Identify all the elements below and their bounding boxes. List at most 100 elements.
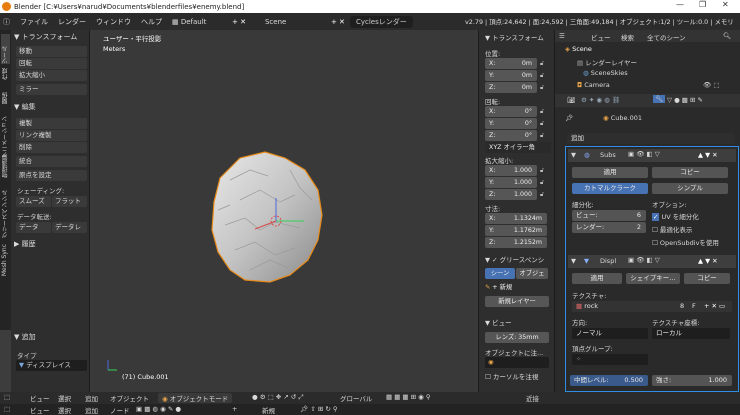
proportional-edit-select[interactable]: 近接 <box>526 393 539 403</box>
mirror-button[interactable]: ミラー <box>16 84 87 95</box>
lock-icon[interactable]: 🔓︎ <box>540 132 544 140</box>
visibility-icon[interactable]: 👁︎ ⬚ <box>703 81 719 89</box>
displace-apply-button[interactable]: 適用 <box>572 273 622 284</box>
gp-new-layer-button[interactable]: 新規レイヤー <box>485 296 549 307</box>
lock-icon[interactable]: 🔓︎ <box>540 84 544 92</box>
outliner-menu-view[interactable]: ビュー <box>591 32 611 42</box>
tab-mesh-sync[interactable]: Mesh Sync <box>1 244 10 276</box>
vertex-group-field[interactable]: ⁘ <box>572 354 648 365</box>
scene-tab-icon[interactable]: ⚙ ✦ ◉ ◍ ⛓ <box>581 96 620 104</box>
node-menu-node[interactable]: ノード <box>110 405 130 415</box>
optimal-display-checkbox[interactable]: ☐ 最適化表示 <box>652 224 692 234</box>
join-button[interactable]: 統合 <box>16 156 87 167</box>
menu-help[interactable]: ヘルプ <box>136 17 167 27</box>
outliner-item-scene-skies[interactable]: ◍ SceneSkies <box>583 69 628 77</box>
lock-object-field[interactable]: ◉ <box>485 357 549 368</box>
render-tab-icon[interactable]: 📷︎ <box>567 96 575 104</box>
midlevel-field[interactable]: 中間レベル: 0.500 <box>570 375 648 386</box>
direction-select[interactable]: ノーマル <box>572 328 648 339</box>
lens-field[interactable]: レンズ: 35mm <box>485 332 549 343</box>
shade-smooth-button[interactable]: スムーズ <box>16 196 51 207</box>
editor-type-icon[interactable]: ⓘ <box>0 17 15 27</box>
location-x-field[interactable]: X: 0m <box>485 58 537 69</box>
menu-select[interactable]: 選択 <box>58 393 71 403</box>
lock-icon[interactable]: 🔓︎ <box>540 120 544 128</box>
tab-grease-pencil[interactable]: グリースペンシル <box>1 190 10 238</box>
rotation-z-field[interactable]: Z: 0° <box>485 130 537 141</box>
grease-pencil-header[interactable]: ▼ ✓ グリースペンシ <box>485 254 544 264</box>
move-button[interactable]: 移動 <box>16 46 87 57</box>
maximize-icon[interactable]: ❐ <box>699 0 706 9</box>
scale-y-field[interactable]: Y: 1.000 <box>485 177 537 188</box>
outliner-item-scene[interactable]: ◈ Scene <box>565 45 592 53</box>
menu-view[interactable]: ビュー <box>30 393 50 403</box>
duplicate-button[interactable]: 複製 <box>16 118 87 129</box>
tab-relations[interactable]: 関係 <box>1 92 10 104</box>
move-up-icon[interactable]: ▲ ▼ ✕ <box>698 151 718 159</box>
data-transfer-button[interactable]: データ <box>16 222 51 233</box>
node-tool-icons[interactable]: 📌︎ ⇧ ⊞ ↻ ⚲ <box>300 405 338 413</box>
lock-icon[interactable]: 🔓︎ <box>540 167 544 175</box>
lock-cursor-checkbox[interactable]: ☐ カーソルを注視 <box>485 371 538 381</box>
menu-object[interactable]: オブジェクト <box>110 393 149 403</box>
minimize-icon[interactable]: — <box>676 0 684 9</box>
render-levels-field[interactable]: レンダー: 2 <box>572 222 646 233</box>
tab-physics[interactable]: 物理演算 <box>1 154 10 178</box>
close-icon[interactable]: ✕ <box>722 0 729 9</box>
outliner-display-mode[interactable]: 全てのシーン <box>647 32 686 42</box>
rotate-button[interactable]: 回転 <box>16 58 87 69</box>
scene-selector[interactable]: Scene <box>251 18 326 26</box>
simple-tab[interactable]: シンプル <box>652 183 728 194</box>
displace-shapekey-button[interactable]: シェイプキー… <box>626 273 680 284</box>
dimensions-y-field[interactable]: Y: 1.1762m <box>485 225 547 236</box>
lock-icon[interactable]: 🔓︎ <box>540 108 544 116</box>
type-select[interactable]: ▼ ディスプレイス <box>16 360 87 371</box>
lock-icon[interactable]: 🔓︎ <box>540 191 544 199</box>
scale-z-field[interactable]: Z: 1.000 <box>485 189 537 200</box>
rotation-mode-select[interactable]: XYZ オイラー角 <box>485 142 551 153</box>
texture-actions-icons[interactable]: + ✕ ▭ <box>704 301 725 312</box>
view-panel-header[interactable]: ▼ ビュー <box>485 317 512 327</box>
fake-user-toggle[interactable]: F <box>692 301 696 312</box>
texture-selector[interactable]: ▩ rock 8 F + ✕ ▭ <box>572 301 732 312</box>
node-new-button[interactable]: 新規 <box>262 405 275 415</box>
displace-name[interactable]: Displ <box>600 257 616 265</box>
subsurf-apply-button[interactable]: 適用 <box>572 167 648 178</box>
move-up-icon[interactable]: ▲ ▼ ✕ <box>698 257 718 265</box>
location-z-field[interactable]: Z: 0m <box>485 82 537 93</box>
subsurf-copy-button[interactable]: コピー <box>652 167 728 178</box>
viewport-editor-icon[interactable]: ⬚ <box>4 393 10 401</box>
layer-icons[interactable]: ▦ ▦ ▦ ⊞ ◉ ⚲ <box>386 393 431 401</box>
tab-tools[interactable]: ツール <box>1 34 10 64</box>
node-menu-add[interactable]: 追加 <box>85 405 98 415</box>
lock-icon[interactable]: 🔓︎ <box>540 60 544 68</box>
subsurf-name[interactable]: Subs <box>600 151 616 159</box>
gp-new-button[interactable]: ✎ + 新規 <box>485 282 549 293</box>
modifier-tab-icon[interactable]: 🔧︎ <box>653 95 666 103</box>
search-icon[interactable]: 🔍︎ <box>723 32 731 40</box>
delete-button[interactable]: 削除 <box>16 142 87 153</box>
scale-x-field[interactable]: X: 1.000 <box>485 165 537 176</box>
plus-icon[interactable]: + <box>232 405 237 413</box>
add-panel-header[interactable]: ▼ 追加 <box>14 332 36 342</box>
node-type-icons[interactable]: ▣ ▩ ◍ ◉ ✎ ● <box>136 405 181 413</box>
render-engine-select[interactable]: Cyclesレンダー <box>349 15 413 28</box>
scale-button[interactable]: 拡大縮小 <box>16 70 87 81</box>
data-layout-button[interactable]: データレ <box>52 222 87 233</box>
catmull-clark-tab[interactable]: カトマルクラーク <box>572 183 648 194</box>
view-levels-field[interactable]: ビュー: 6 <box>572 210 646 221</box>
link-duplicate-button[interactable]: リンク複製 <box>16 130 87 141</box>
rock-mesh[interactable] <box>90 30 478 392</box>
gp-tab-scene[interactable]: シーン <box>485 268 515 279</box>
collapse-icon[interactable]: ▼ <box>571 151 576 159</box>
shade-flat-button[interactable]: フラット <box>52 196 87 207</box>
texture-coords-select[interactable]: ローカル <box>652 328 730 339</box>
outliner-editor-icon[interactable]: ☰ <box>559 32 565 40</box>
collapse-icon[interactable]: ▼ <box>571 257 576 265</box>
outliner-item-camera[interactable]: ◘ Camera <box>577 81 610 89</box>
outliner-menu-search[interactable]: 検索 <box>621 32 634 42</box>
edit-panel-header[interactable]: ▼ 編集 <box>14 102 36 112</box>
lock-icon[interactable]: 🔓︎ <box>540 179 544 187</box>
outliner-item-render-layer[interactable]: ▤ レンダーレイヤー <box>577 57 637 67</box>
node-menu-view[interactable]: ビュー <box>30 405 50 415</box>
